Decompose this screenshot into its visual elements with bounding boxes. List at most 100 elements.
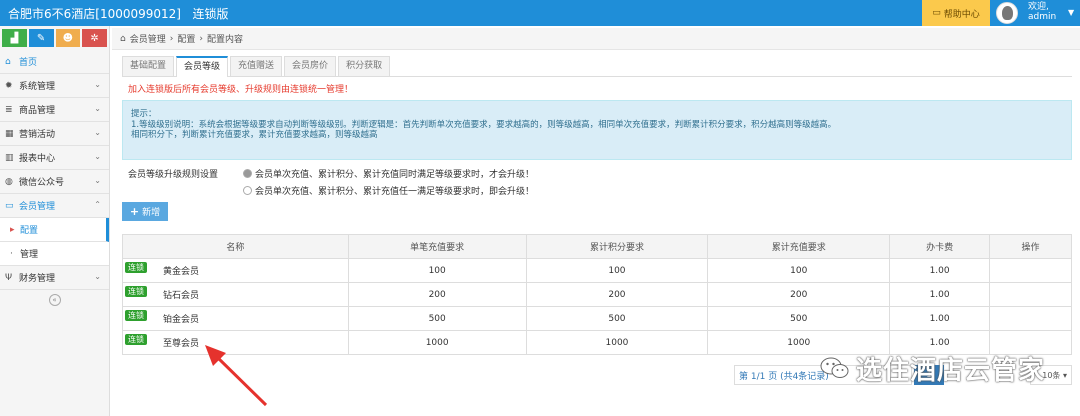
cell-total: 200	[707, 282, 891, 307]
cogs-icon[interactable]: ✲	[82, 29, 107, 47]
watermark: 选住酒店云管家	[820, 348, 1050, 388]
sidebar-item-reports[interactable]: ▥ 报表中心 ⌄	[0, 146, 109, 170]
chevron-down-icon: ⌄	[94, 176, 101, 185]
bar-chart-icon: ▥	[5, 152, 14, 163]
sidebar-item-config[interactable]: ▸ 配置	[0, 218, 109, 242]
help-icon: ▭	[932, 8, 941, 18]
chevron-down-icon: ⌄	[94, 152, 101, 161]
help-center-label: 帮助中心	[943, 9, 980, 20]
cell-points: 500	[525, 306, 709, 331]
sidebar-collapse-button[interactable]: «	[0, 290, 109, 310]
breadcrumb: ⌂ 会员管理 › 配置 › 配置内容	[112, 28, 1080, 50]
tab-points[interactable]: 积分获取	[338, 56, 391, 76]
level-name: 钻石会员	[163, 291, 200, 301]
breadcrumb-item: 配置内容	[206, 35, 243, 45]
column-header[interactable]: 名称	[122, 234, 349, 259]
add-button[interactable]: + 新增	[122, 202, 168, 221]
user-name: admin	[1028, 12, 1057, 22]
cell-single: 1000	[347, 330, 527, 355]
chevron-down-icon: ⌄	[94, 128, 101, 137]
sidebar-item-members[interactable]: ▭ 会员管理 ⌃	[0, 194, 109, 218]
chain-tag: 连锁	[125, 262, 147, 273]
sidebar-item-label: 配置	[20, 226, 39, 236]
radio-label: 会员单次充值、累计积分、累计充值任一满足等级要求时，即会升级！	[255, 187, 535, 197]
cell-single: 200	[347, 282, 527, 307]
cell-name: 连锁 至尊会员	[122, 330, 349, 355]
sidebar-item-home[interactable]: ⌂ 首页	[0, 50, 109, 74]
dot-icon: ·	[10, 248, 13, 259]
sidebar-item-label: 会员管理	[19, 202, 56, 212]
sidebar-item-marketing[interactable]: ▦ 营销活动 ⌄	[0, 122, 109, 146]
tab-member-room-price[interactable]: 会员房价	[284, 56, 337, 76]
chevron-up-icon: ⌃	[94, 200, 101, 209]
column-header[interactable]: 办卡费	[889, 234, 991, 259]
sidebar-item-label: 营销活动	[19, 130, 56, 140]
gift-icon: ▦	[5, 128, 14, 139]
user-menu[interactable]: 欢迎, admin ▼	[992, 0, 1080, 26]
cell-points: 1000	[525, 330, 709, 355]
chain-tag: 连锁	[125, 310, 147, 321]
caret-down-icon: ▼	[1068, 8, 1075, 17]
cell-single: 500	[347, 306, 527, 331]
plus-icon: +	[129, 205, 140, 218]
table-row[interactable]: 连锁 黄金会员 100 100 100 1.00	[122, 258, 1072, 283]
radio-label: 会员单次充值、累计积分、累计充值同时满足等级要求时，才会升级！	[255, 170, 535, 180]
sidebar-item-finance[interactable]: Ψ 财务管理 ⌄	[0, 266, 109, 290]
double-chevron-left-icon: «	[48, 294, 61, 306]
pencil-icon[interactable]: ✎	[28, 29, 54, 47]
cell-name: 连锁 铂金会员	[122, 306, 349, 331]
sidebar-item-system[interactable]: ✹ 系统管理 ⌄	[0, 74, 109, 98]
home-icon: ⌂	[120, 33, 126, 44]
cell-points: 100	[525, 258, 709, 283]
help-center-button[interactable]: ▭ 帮助中心	[922, 0, 990, 26]
upgrade-rule-option-all[interactable]: 会员单次充值、累计积分、累计充值同时满足等级要求时，才会升级！	[243, 167, 534, 180]
sidebar: ▟ ✎ ☻ ✲ ⌂ 首页 ✹ 系统管理 ⌄ ≣ 商品管理 ⌄ ▦ 营销活动 ⌄ ▥ 报表中心 ⌄ …	[0, 26, 110, 416]
upgrade-rule-option-any[interactable]: 会员单次充值、累计积分、累计充值任一满足等级要求时，即会升级！	[243, 184, 534, 197]
cell-ops	[989, 282, 1072, 307]
tab-member-level[interactable]: 会员等级	[176, 56, 229, 77]
table-header-row: 名称 单笔充值要求 累计积分要求 累计充值要求 办卡费 操作	[122, 234, 1072, 259]
sidebar-item-manage[interactable]: · 管理	[0, 242, 109, 266]
tab-recharge-bonus[interactable]: 充值赠送	[230, 56, 283, 76]
chart-icon[interactable]: ▟	[2, 29, 27, 47]
wechat-icon: ◍	[5, 176, 13, 187]
finance-icon: Ψ	[5, 272, 13, 283]
sidebar-item-label: 首页	[19, 58, 38, 68]
sidebar-item-wechat[interactable]: ◍ 微信公众号 ⌄	[0, 170, 109, 194]
chain-warning: 加入连锁版后所有会员等级、升级规则由连锁统一管理！	[128, 85, 354, 95]
radio-unselected[interactable]	[243, 186, 252, 195]
column-header[interactable]: 累计充值要求	[707, 234, 891, 259]
breadcrumb-item[interactable]: 配置	[177, 32, 195, 45]
user-welcome: 欢迎,	[1028, 2, 1049, 12]
table-row[interactable]: 连锁 钻石会员 200 200 200 1.00	[122, 282, 1072, 307]
chain-tag: 连锁	[125, 334, 147, 345]
pagination-text: 第 1/1 页 (共4条记录)	[739, 371, 829, 382]
chevron-down-icon: ⌄	[94, 272, 101, 281]
cell-points: 200	[525, 282, 709, 307]
cell-ops	[989, 306, 1072, 331]
users-icon[interactable]: ☻	[55, 29, 81, 47]
level-name: 至尊会员	[163, 339, 200, 349]
sidebar-item-label: 报表中心	[19, 154, 56, 164]
sidebar-item-label: 财务管理	[19, 274, 56, 284]
column-header[interactable]: 单笔充值要求	[347, 234, 527, 259]
level-name: 铂金会员	[163, 315, 200, 325]
breadcrumb-item[interactable]: 会员管理	[130, 32, 166, 45]
column-header[interactable]: 累计积分要求	[525, 234, 709, 259]
table-row[interactable]: 连锁 铂金会员 500 500 500 1.00	[122, 306, 1072, 331]
tip-box: 提示： 1.等级级别说明：系统会根据等级要求自动判断等级级别。判断逻辑是：首先判…	[122, 100, 1072, 160]
column-header: 操作	[989, 234, 1072, 259]
sidebar-item-label: 管理	[20, 250, 39, 260]
member-card-icon: ▭	[5, 200, 14, 211]
cell-total: 100	[707, 258, 891, 283]
sidebar-item-goods[interactable]: ≣ 商品管理 ⌄	[0, 98, 109, 122]
caret-down-icon: ▾	[1062, 370, 1067, 380]
level-name: 黄金会员	[163, 267, 200, 277]
radio-selected[interactable]	[243, 169, 252, 178]
tab-basic-config[interactable]: 基础配置	[122, 56, 175, 76]
breadcrumb-separator: ›	[169, 33, 174, 44]
cell-single: 100	[347, 258, 527, 283]
hotel-name: 合肥市6不6酒店[1000099012]	[8, 7, 181, 21]
quick-buttons: ▟ ✎ ☻ ✲	[0, 26, 109, 50]
cell-fee: 1.00	[889, 258, 991, 283]
